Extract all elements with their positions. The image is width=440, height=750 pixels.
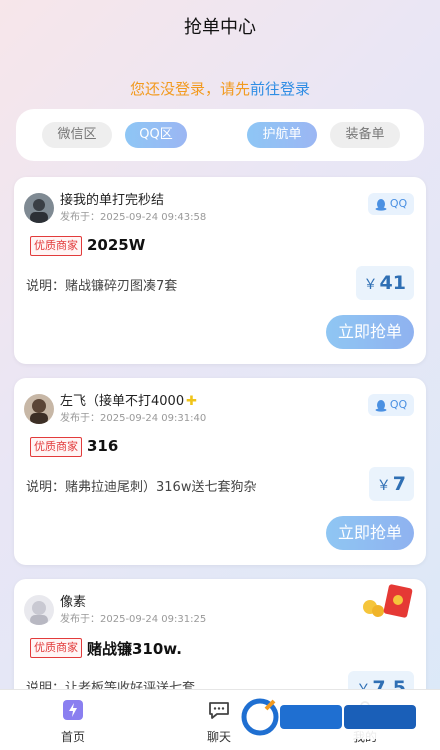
tab-home[interactable]: 首页 (0, 690, 146, 750)
order-card[interactable]: 左飞（接单不打4000 ✚ 发布于：2025-09-24 09:31:40 QQ … (14, 378, 426, 565)
currency-symbol: ￥ (363, 277, 378, 293)
quality-merchant-tag: 优质商家 (30, 437, 82, 457)
order-amount: 2025W (87, 236, 146, 254)
go-login-link[interactable]: 前往登录 (250, 80, 310, 98)
red-packet-icon (360, 583, 418, 619)
grab-order-button[interactable]: 立即抢单 (326, 516, 414, 550)
login-tip: 您还没登录，请先前往登录 (0, 78, 440, 99)
avatar (24, 595, 54, 625)
order-description: 说明：赌战镰碎刃图凑7套 (26, 279, 178, 294)
price-value: 7 (392, 473, 406, 495)
order-price: ￥ 7 (368, 467, 414, 501)
qq-badge-label: QQ (389, 398, 408, 411)
qq-badge: QQ (368, 193, 414, 215)
login-tip-text: 您还没登录，请先 (129, 80, 250, 98)
qq-penguin-icon (375, 399, 387, 412)
page-title: 抢单中心 (184, 17, 256, 38)
order-amount: 赌战镰310w. (87, 640, 182, 658)
currency-symbol: ￥ (376, 478, 391, 494)
publisher-name: 像素 (60, 595, 87, 610)
order-price: ￥ 41 (355, 266, 414, 300)
publisher-name-text: 左飞（接单不打4000 (60, 394, 185, 409)
watermark-logo (240, 695, 420, 739)
grab-order-button[interactable]: 立即抢单 (326, 315, 414, 349)
order-card[interactable]: 接我的单打完秒结 发布于：2025-09-24 09:43:58 QQ 优质商家… (14, 177, 426, 364)
filter-wechat-zone[interactable]: 微信区 (42, 122, 112, 148)
publish-time: 发布于：2025-09-24 09:43:58 (60, 212, 207, 223)
grab-order-page: 抢单中心 您还没登录，请先前往登录 微信区 QQ区 护航单 装备单 接我的单打完… (0, 0, 440, 750)
publish-time: 发布于：2025-09-24 09:31:40 (60, 413, 207, 424)
quality-merchant-tag: 优质商家 (30, 638, 82, 658)
chat-icon (207, 698, 231, 722)
quality-merchant-tag: 优质商家 (30, 236, 82, 256)
publisher-name: 左飞（接单不打4000 ✚ (60, 390, 197, 409)
avatar (24, 193, 54, 223)
qq-badge: QQ (368, 394, 414, 416)
filter-escort-order[interactable]: 护航单 (247, 122, 317, 148)
price-value: 41 (379, 272, 406, 294)
order-amount: 316 (87, 437, 119, 455)
filter-equipment-order[interactable]: 装备单 (330, 122, 400, 148)
qq-penguin-icon (375, 198, 387, 211)
filter-bar: 微信区 QQ区 护航单 装备单 (16, 109, 424, 161)
order-description: 说明：赌弗拉迪尾刺）316w送七套狗杂 (26, 480, 257, 495)
tab-home-label: 首页 (60, 730, 85, 744)
publish-time: 发布于：2025-09-24 09:31:25 (60, 614, 207, 625)
qq-badge-label: QQ (389, 197, 408, 210)
home-icon (61, 698, 85, 722)
sparkle-icon: ✚ (186, 394, 197, 409)
filter-qq-zone[interactable]: QQ区 (125, 122, 187, 148)
avatar (24, 394, 54, 424)
publisher-name: 接我的单打完秒结 (60, 193, 165, 208)
